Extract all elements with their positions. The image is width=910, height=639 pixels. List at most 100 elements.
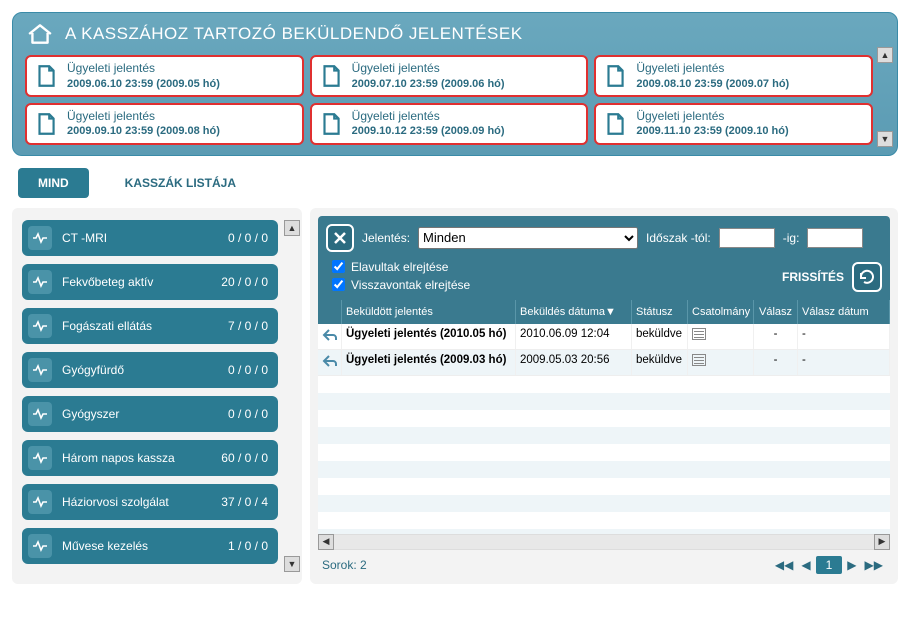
horizontal-scrollbar[interactable]: ◀ ▶: [318, 534, 890, 550]
sidebar-item[interactable]: Háziorvosi szolgálat 37 / 0 / 4: [22, 484, 278, 520]
report-date: 2009.11.10 23:59 (2009.10 hó): [636, 124, 788, 138]
attachment-icon[interactable]: [692, 354, 706, 366]
scroll-up-icon[interactable]: ▲: [284, 220, 300, 236]
pulse-icon: [28, 226, 52, 250]
report-date: 2009.10.12 23:59 (2009.09 hó): [352, 124, 505, 138]
reply-icon: [322, 354, 338, 368]
pulse-icon: [28, 402, 52, 426]
pulse-icon: [28, 446, 52, 470]
sidebar-item[interactable]: CT -MRI 0 / 0 / 0: [22, 220, 278, 256]
sidebar-item[interactable]: Fekvőbeteg aktív 20 / 0 / 0: [22, 264, 278, 300]
scroll-up-icon[interactable]: ▲: [877, 47, 893, 63]
sidebar-item-label: Fogászati ellátás: [62, 319, 218, 333]
pulse-icon: [28, 358, 52, 382]
pager-first[interactable]: ◀◀: [772, 558, 796, 572]
tab-kasszak-listaja[interactable]: KASSZÁK LISTÁJA: [105, 168, 256, 198]
sidebar-item[interactable]: Gyógyszer 0 / 0 / 0: [22, 396, 278, 432]
document-icon: [33, 111, 59, 137]
sidebar-item-count: 0 / 0 / 0: [228, 231, 268, 245]
date-from-input[interactable]: [719, 228, 775, 248]
th-date[interactable]: Beküldés dátuma▼: [516, 300, 632, 324]
th-status[interactable]: Státusz: [632, 300, 688, 324]
filter-label-to: -ig:: [783, 231, 800, 245]
chk-visszavont[interactable]: Visszavontak elrejtése: [332, 278, 470, 292]
sidebar-item[interactable]: Gyógyfürdő 0 / 0 / 0: [22, 352, 278, 388]
report-card[interactable]: Ügyeleti jelentés2009.09.10 23:59 (2009.…: [25, 103, 304, 145]
filter-label-jelentes: Jelentés:: [362, 231, 410, 245]
tab-mind[interactable]: MIND: [18, 168, 89, 198]
sidebar-item-label: Művese kezelés: [62, 539, 218, 553]
report-date: 2009.07.10 23:59 (2009.06 hó): [352, 77, 505, 91]
report-card[interactable]: Ügyeleti jelentés2009.08.10 23:59 (2009.…: [594, 55, 873, 97]
table-row[interactable]: Ügyeleti jelentés (2009.03 hó) 2009.05.0…: [318, 350, 890, 376]
reply-icon: [322, 328, 338, 342]
refresh-button[interactable]: [852, 262, 882, 292]
document-icon: [602, 111, 628, 137]
document-icon: [33, 63, 59, 89]
home-icon: [27, 23, 53, 45]
report-date: 2009.06.10 23:59 (2009.05 hó): [67, 77, 220, 91]
th-rdate[interactable]: Válasz dátum: [798, 300, 890, 324]
sidebar-item-label: Három napos kassza: [62, 451, 211, 465]
refresh-label: FRISSÍTÉS: [782, 270, 844, 284]
sidebar-item-count: 0 / 0 / 0: [228, 363, 268, 377]
jelentes-select[interactable]: Minden: [418, 227, 638, 249]
pager-next[interactable]: ▶: [844, 558, 859, 572]
report-card[interactable]: Ügyeleti jelentés2009.07.10 23:59 (2009.…: [310, 55, 589, 97]
scroll-left-icon[interactable]: ◀: [318, 534, 334, 550]
report-card[interactable]: Ügyeleti jelentés2009.06.10 23:59 (2009.…: [25, 55, 304, 97]
sidebar-item[interactable]: Három napos kassza 60 / 0 / 0: [22, 440, 278, 476]
th-reply[interactable]: Válasz: [754, 300, 798, 324]
sidebar-item-count: 0 / 0 / 0: [228, 407, 268, 421]
sidebar-item[interactable]: Fogászati ellátás 7 / 0 / 0: [22, 308, 278, 344]
report-title: Ügyeleti jelentés: [352, 109, 505, 125]
pager-controls: ◀◀ ◀ 1 ▶ ▶▶: [772, 556, 886, 574]
pager-last[interactable]: ▶▶: [862, 558, 886, 572]
scroll-down-icon[interactable]: ▼: [877, 131, 893, 147]
sidebar-item-count: 20 / 0 / 0: [221, 275, 268, 289]
filter-bar: Jelentés: Minden Időszak -tól: -ig: Elav…: [318, 216, 890, 300]
sidebar-item-label: Fekvőbeteg aktív: [62, 275, 211, 289]
sidebar-item[interactable]: Művese kezelés 1 / 0 / 0: [22, 528, 278, 564]
report-card[interactable]: Ügyeleti jelentés2009.10.12 23:59 (2009.…: [310, 103, 589, 145]
pulse-icon: [28, 534, 52, 558]
sidebar-item-count: 1 / 0 / 0: [228, 539, 268, 553]
sidebar: CT -MRI 0 / 0 / 0 Fekvőbeteg aktív 20 / …: [12, 208, 302, 584]
sidebar-item-count: 60 / 0 / 0: [221, 451, 268, 465]
report-title: Ügyeleti jelentés: [636, 61, 789, 77]
close-icon: [332, 230, 348, 246]
document-icon: [318, 111, 344, 137]
filter-label-from: Időszak -tól:: [646, 231, 711, 245]
pager-prev[interactable]: ◀: [798, 558, 813, 572]
sidebar-item-label: CT -MRI: [62, 231, 218, 245]
report-card[interactable]: Ügyeleti jelentés2009.11.10 23:59 (2009.…: [594, 103, 873, 145]
scroll-right-icon[interactable]: ▶: [874, 534, 890, 550]
pending-reports-panel: A KASSZÁHOZ TARTOZÓ BEKÜLDENDŐ JELENTÉSE…: [12, 12, 898, 156]
report-title: Ügyeleti jelentés: [636, 109, 788, 125]
sidebar-item-label: Gyógyfürdő: [62, 363, 218, 377]
table-body: Ügyeleti jelentés (2010.05 hó) 2010.06.0…: [318, 324, 890, 534]
refresh-icon: [857, 267, 877, 287]
attachment-icon[interactable]: [692, 328, 706, 340]
th-attach[interactable]: Csatolmány: [688, 300, 754, 324]
date-to-input[interactable]: [807, 228, 863, 248]
pulse-icon: [28, 490, 52, 514]
report-date: 2009.09.10 23:59 (2009.08 hó): [67, 124, 220, 138]
th-name[interactable]: Beküldött jelentés: [342, 300, 516, 324]
document-icon: [318, 63, 344, 89]
sidebar-item-count: 7 / 0 / 0: [228, 319, 268, 333]
top-scrollbar[interactable]: ▲ ▼: [877, 47, 893, 147]
close-button[interactable]: [326, 224, 354, 252]
chk-elavult[interactable]: Elavultak elrejtése: [332, 260, 470, 274]
sidebar-item-count: 37 / 0 / 4: [221, 495, 268, 509]
sidebar-scrollbar[interactable]: ▲ ▼: [284, 220, 300, 572]
sidebar-item-label: Háziorvosi szolgálat: [62, 495, 211, 509]
table-header: Beküldött jelentés Beküldés dátuma▼ Stát…: [318, 300, 890, 324]
rows-count: Sorok: 2: [322, 558, 367, 572]
scroll-down-icon[interactable]: ▼: [284, 556, 300, 572]
report-date: 2009.08.10 23:59 (2009.07 hó): [636, 77, 789, 91]
table-row[interactable]: Ügyeleti jelentés (2010.05 hó) 2010.06.0…: [318, 324, 890, 350]
panel-title: A KASSZÁHOZ TARTOZÓ BEKÜLDENDŐ JELENTÉSE…: [65, 24, 523, 44]
sidebar-item-label: Gyógyszer: [62, 407, 218, 421]
pager-current: 1: [816, 556, 843, 574]
